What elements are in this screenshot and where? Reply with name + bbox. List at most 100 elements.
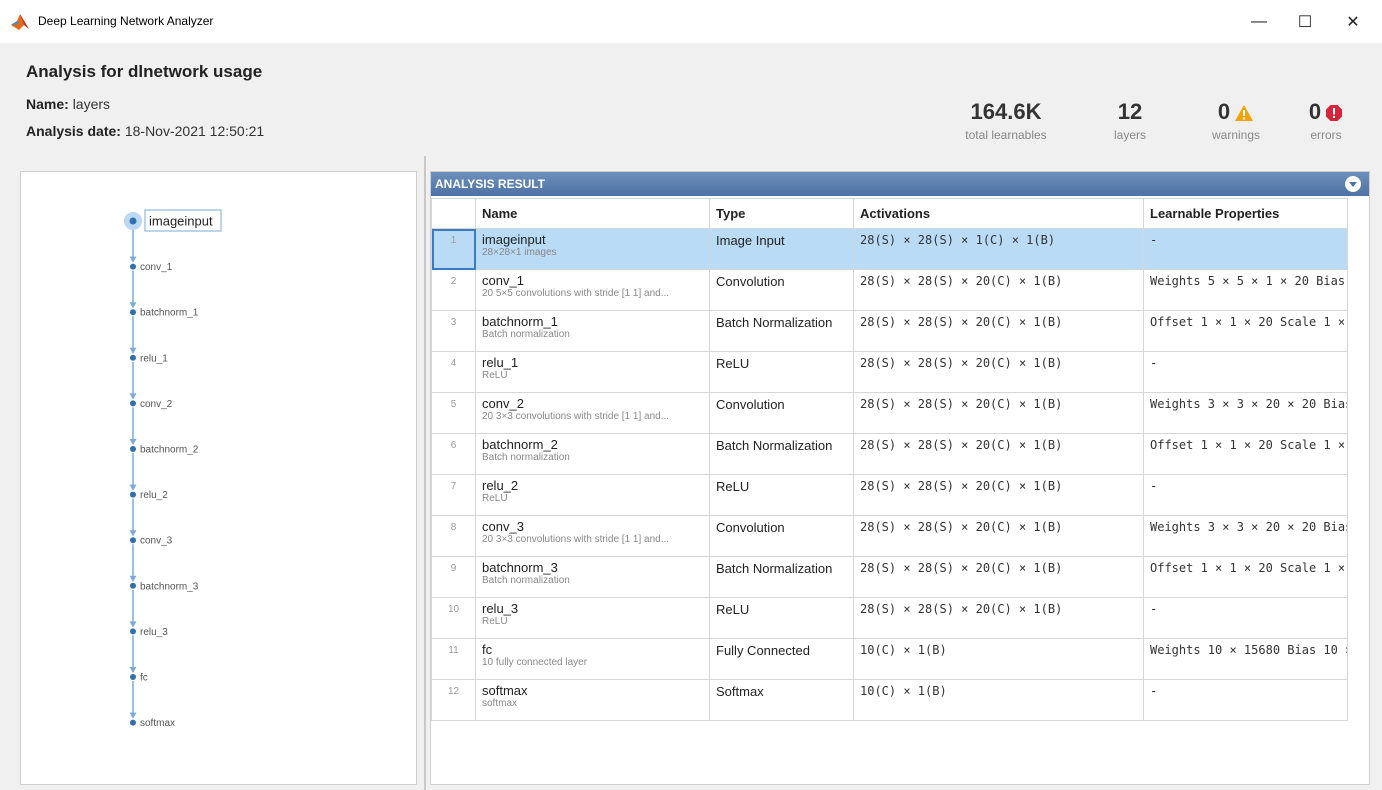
column-header-learnables[interactable]: Learnable Properties	[1143, 198, 1348, 229]
graph-node-dot	[129, 217, 137, 225]
layer-name-cell: relu_3 ReLU	[475, 597, 710, 639]
graph-node-label: conv_3	[140, 536, 173, 547]
stat-errors: 0 errors	[1294, 100, 1358, 142]
panel-splitter[interactable]	[424, 156, 426, 790]
layer-activations: 28(S) × 28(S) × 20(C) × 1(B)	[853, 556, 1144, 598]
graph-node-relu_2[interactable]: relu_2	[130, 490, 168, 501]
table-row[interactable]: 7 relu_2 ReLU ReLU 28(S) × 28(S) × 20(C) × 1…	[431, 474, 1348, 516]
graph-node-label: batchnorm_3	[140, 581, 199, 592]
matlab-logo-icon	[11, 14, 29, 30]
layer-name: batchnorm_2	[482, 437, 558, 452]
network-graph-panel[interactable]: imageinput conv_1 batchnorm_1 relu_1 conv_2b…	[20, 171, 417, 785]
layer-description: ReLU	[482, 493, 508, 504]
layers-label: layers	[1113, 128, 1146, 142]
layer-name: relu_3	[482, 601, 519, 616]
graph-edge-arrow	[129, 256, 137, 263]
layer-type: Fully Connected	[709, 638, 854, 680]
errors-label: errors	[1310, 128, 1342, 142]
graph-node-label: conv_2	[140, 399, 173, 410]
layer-name-cell: relu_1 ReLU	[475, 351, 710, 393]
table-row[interactable]: 4 relu_1 ReLU ReLU 28(S) × 28(S) × 20(C) × 1…	[431, 351, 1348, 393]
graph-node-imageinput[interactable]: imageinput	[124, 209, 222, 232]
table-row[interactable]: 2 conv_1 20 5×5 convolutions with stride […	[431, 269, 1348, 311]
row-index: 12	[431, 679, 476, 721]
learnables-count: 164.6K	[970, 99, 1042, 124]
row-index: 9	[431, 556, 476, 598]
layer-activations: 28(S) × 28(S) × 20(C) × 1(B)	[853, 433, 1144, 475]
analysis-result-table: Name Type Activations Learnable Properti…	[431, 198, 1348, 721]
date-label: Analysis date:	[26, 123, 121, 139]
graph-node-label: batchnorm_2	[140, 445, 199, 456]
layer-learnables: -	[1143, 351, 1348, 393]
table-row[interactable]: 5 conv_2 20 3×3 convolutions with stride […	[431, 392, 1348, 434]
layer-type: Convolution	[709, 392, 854, 434]
layer-learnables: -	[1143, 228, 1348, 270]
table-row[interactable]: 9 batchnorm_3 Batch normalization Batch Nor…	[431, 556, 1348, 598]
maximize-button[interactable]: ☐	[1282, 0, 1328, 44]
layer-type: Image Input	[709, 228, 854, 270]
layer-activations: 10(C) × 1(B)	[853, 679, 1144, 721]
graph-edge-arrow	[129, 667, 137, 673]
graph-node-relu_1[interactable]: relu_1	[130, 353, 168, 364]
minimize-button[interactable]: —	[1236, 0, 1282, 44]
layer-learnables: Offset 1 × 1 × 20 Scale 1 × 1 × 20	[1143, 310, 1348, 352]
table-row[interactable]: 10 relu_3 ReLU ReLU 28(S) × 28(S) × 20(C) × …	[431, 597, 1348, 639]
layer-type: Softmax	[709, 679, 854, 721]
graph-node-conv_2[interactable]: conv_2	[130, 399, 173, 410]
graph-node-dot	[130, 582, 136, 589]
layer-graph[interactable]: imageinput conv_1 batchnorm_1 relu_1 conv_2b…	[21, 172, 416, 784]
layer-activations: 10(C) × 1(B)	[853, 638, 1144, 680]
layer-learnables: Offset 1 × 1 × 20 Scale 1 × 1 × 20	[1143, 433, 1348, 475]
layer-type: Batch Normalization	[709, 433, 854, 475]
layer-activations: 28(S) × 28(S) × 20(C) × 1(B)	[853, 515, 1144, 557]
layer-type: ReLU	[709, 351, 854, 393]
layer-learnables: Offset 1 × 1 × 20 Scale 1 × 1 × 20	[1143, 556, 1348, 598]
layer-description: Batch normalization	[482, 575, 570, 586]
graph-node-relu_3[interactable]: relu_3	[130, 627, 168, 638]
layer-type: ReLU	[709, 474, 854, 516]
minimize-icon: —	[1251, 13, 1267, 30]
layer-description: Batch normalization	[482, 329, 570, 340]
layer-name: conv_1	[482, 273, 524, 288]
table-row[interactable]: 1 imageinput 28×28×1 images Image Input 28(S…	[431, 228, 1348, 270]
column-header-type[interactable]: Type	[709, 198, 854, 229]
table-row[interactable]: 8 conv_3 20 3×3 convolutions with stride […	[431, 515, 1348, 557]
graph-node-label: fc	[140, 673, 148, 684]
table-row[interactable]: 3 batchnorm_1 Batch normalization Batch Nor…	[431, 310, 1348, 352]
graph-node-batchnorm_1[interactable]: batchnorm_1	[130, 308, 199, 319]
graph-node-batchnorm_2[interactable]: batchnorm_2	[130, 445, 199, 456]
layer-name-cell: conv_1 20 5×5 convolutions with stride [1…	[475, 269, 710, 311]
table-row[interactable]: 6 batchnorm_2 Batch normalization Batch Nor…	[431, 433, 1348, 475]
graph-node-conv_1[interactable]: conv_1	[130, 262, 173, 273]
table-row[interactable]: 11 fc 10 fully connected layer Fully Connec…	[431, 638, 1348, 680]
column-header-name[interactable]: Name	[475, 198, 710, 229]
graph-edge-arrow	[129, 347, 137, 354]
layer-type: Convolution	[709, 269, 854, 311]
layer-name-cell: conv_3 20 3×3 convolutions with stride [1…	[475, 515, 710, 557]
close-button[interactable]: ✕	[1330, 0, 1376, 44]
layers-count: 12	[1117, 99, 1143, 124]
graph-node-softmax[interactable]: softmax	[130, 718, 175, 729]
row-index: 6	[431, 433, 476, 475]
table-row[interactable]: 12 softmax softmax Softmax 10(C) × 1(B) -	[431, 679, 1348, 721]
stat-warnings: 0 warnings	[1196, 100, 1276, 143]
graph-node-label: relu_1	[140, 353, 168, 364]
row-index: 1	[431, 228, 476, 270]
row-index: 5	[431, 392, 476, 434]
layer-description: 20 5×5 convolutions with stride [1 1] an…	[482, 288, 670, 299]
window-title: Deep Learning Network Analyzer	[38, 14, 214, 28]
graph-node-dot	[130, 400, 136, 407]
graph-node-dot	[130, 537, 136, 544]
stat-total-learnables: 164.6K total learnables	[946, 99, 1066, 143]
column-header-activations[interactable]: Activations	[853, 198, 1144, 229]
analysis-result-panel: ANALYSIS RESULT Name Type Activations Le…	[430, 171, 1370, 785]
collapse-button[interactable]	[1345, 176, 1361, 192]
name-label: Name:	[26, 96, 69, 112]
graph-edge-arrow	[129, 484, 137, 491]
row-index: 3	[431, 310, 476, 352]
graph-node-batchnorm_3[interactable]: batchnorm_3	[130, 581, 199, 592]
column-header-index	[431, 198, 476, 229]
graph-node-conv_3[interactable]: conv_3	[130, 536, 173, 547]
layer-name: batchnorm_3	[482, 560, 558, 575]
analysis-result-header: ANALYSIS RESULT	[431, 172, 1369, 196]
